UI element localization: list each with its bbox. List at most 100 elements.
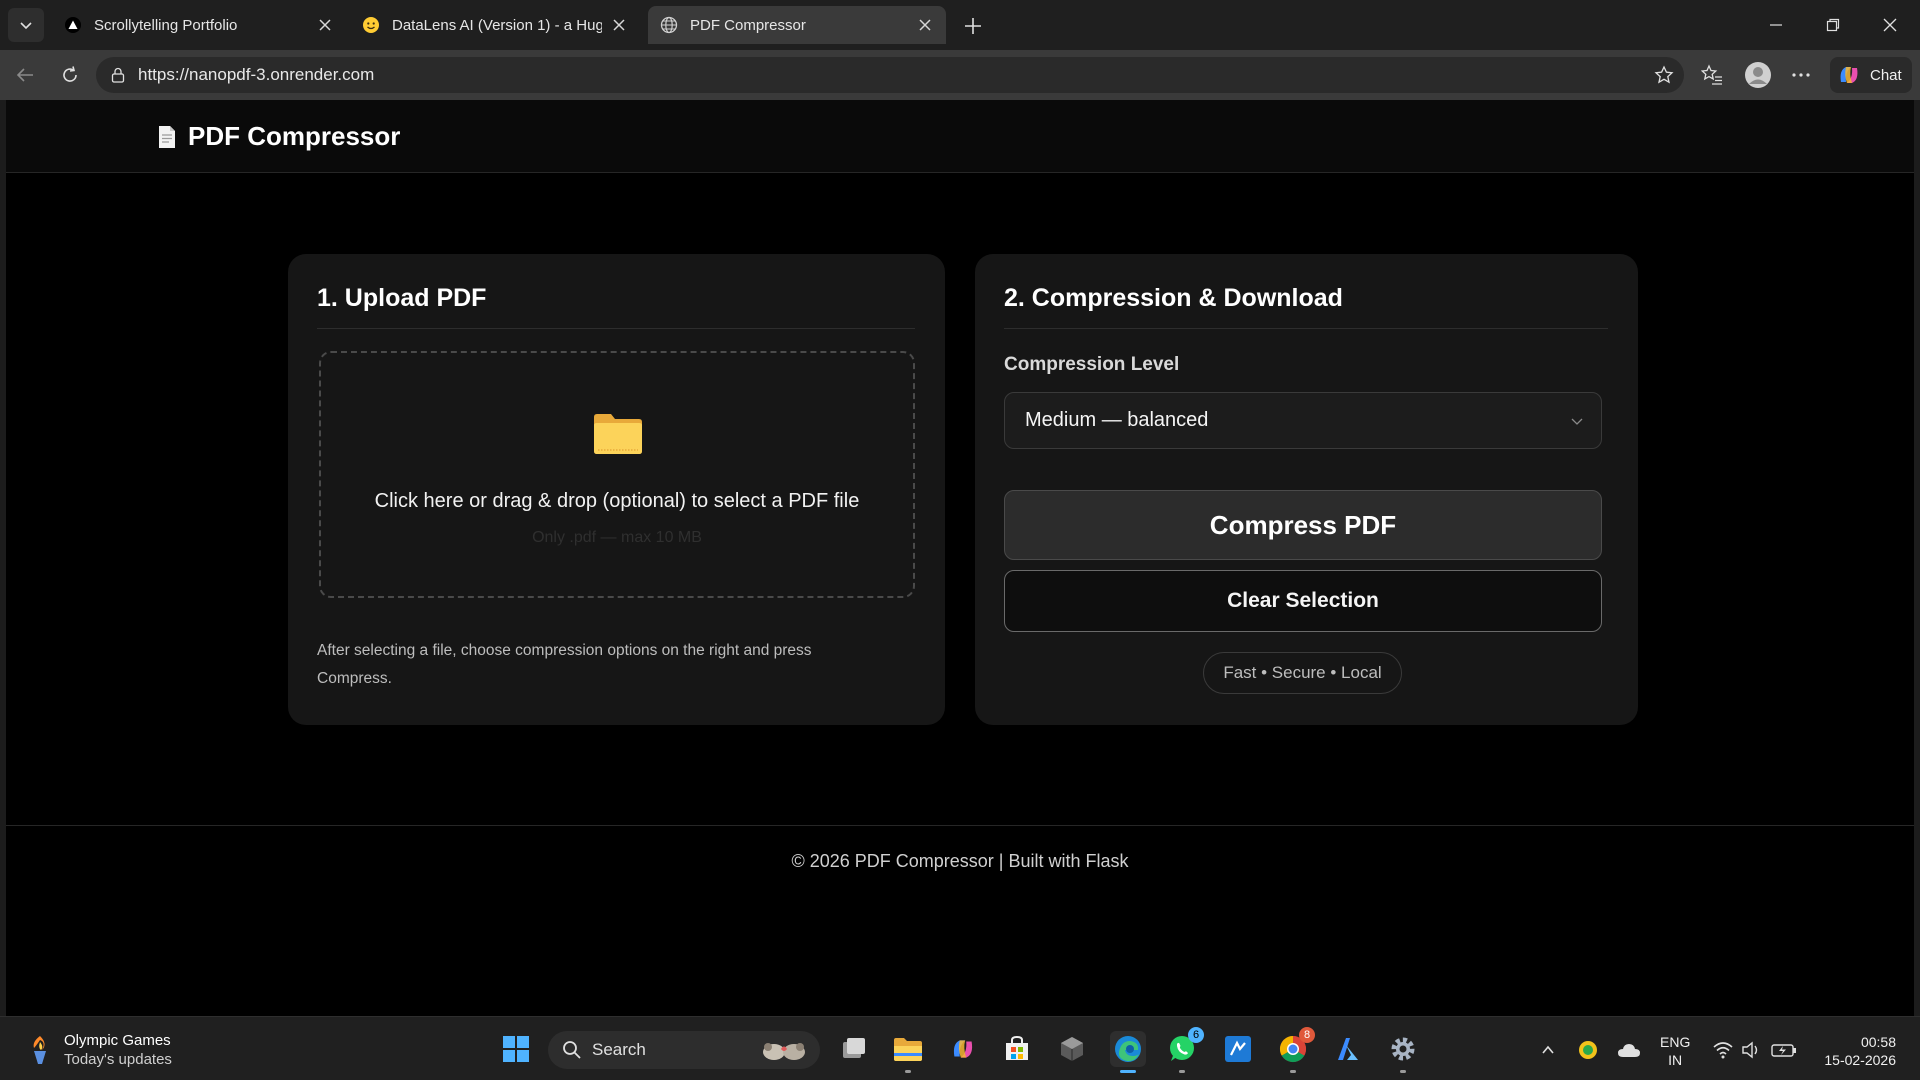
system-clock[interactable]: 00:58 15-02-2026 bbox=[1816, 1033, 1896, 1069]
plus-icon bbox=[965, 18, 981, 34]
olympic-torch-icon bbox=[33, 1036, 46, 1064]
upload-card: 1. Upload PDF Click here or drag & drop … bbox=[288, 254, 945, 725]
more-options-button[interactable] bbox=[1788, 62, 1814, 88]
azure-icon bbox=[1338, 1038, 1358, 1060]
edge-browser-button[interactable] bbox=[1110, 1031, 1146, 1073]
minimize-button[interactable] bbox=[1762, 12, 1790, 38]
copilot-chat-button[interactable]: Chat bbox=[1830, 57, 1912, 93]
cube-app-icon bbox=[1061, 1037, 1083, 1061]
settings-button[interactable] bbox=[1385, 1031, 1421, 1073]
copilot-icon bbox=[1840, 67, 1858, 83]
copilot-icon bbox=[953, 1040, 973, 1058]
compression-card: 2. Compression & Download Compression Le… bbox=[975, 254, 1638, 725]
reload-icon bbox=[63, 66, 77, 82]
close-icon bbox=[1883, 18, 1897, 32]
back-button[interactable] bbox=[12, 62, 38, 88]
windows-start-icon bbox=[503, 1036, 529, 1062]
pdf-dropzone[interactable]: Click here or drag & drop (optional) to … bbox=[319, 351, 915, 598]
close-window-button[interactable] bbox=[1876, 12, 1904, 38]
compress-pdf-button[interactable]: Compress PDF bbox=[1004, 490, 1602, 560]
whatsapp-button[interactable]: 6 bbox=[1164, 1027, 1204, 1073]
search-placeholder: Search bbox=[592, 1040, 646, 1059]
chat-label: Chat bbox=[1870, 66, 1902, 84]
more-dots-icon bbox=[1792, 73, 1810, 77]
start-button[interactable] bbox=[498, 1031, 534, 1067]
cloud-icon bbox=[1618, 1044, 1640, 1057]
browser-toolbar: https://nanopdf-3.onrender.com Chat bbox=[0, 50, 1920, 100]
divider bbox=[317, 328, 915, 329]
notification-badge: 8 bbox=[1299, 1027, 1315, 1043]
azure-data-studio-button[interactable] bbox=[1330, 1031, 1366, 1067]
volume-status[interactable] bbox=[1740, 1037, 1762, 1063]
show-hidden-icons-button[interactable] bbox=[1538, 1037, 1558, 1063]
close-icon[interactable] bbox=[610, 16, 628, 34]
wifi-status[interactable] bbox=[1712, 1037, 1734, 1063]
compression-level-select[interactable]: Medium — balanced bbox=[1004, 392, 1602, 449]
search-icon bbox=[563, 1041, 581, 1059]
language-code: ENG bbox=[1660, 1034, 1691, 1050]
store-button[interactable] bbox=[999, 1031, 1035, 1067]
chrome-button[interactable]: 8 bbox=[1275, 1027, 1315, 1073]
close-icon[interactable] bbox=[916, 16, 934, 34]
favorite-star-icon[interactable] bbox=[1654, 65, 1674, 85]
running-indicator bbox=[1179, 1070, 1185, 1073]
tray-app-status[interactable] bbox=[1576, 1037, 1600, 1063]
tab-actions-button[interactable] bbox=[8, 8, 44, 42]
folder-icon bbox=[594, 414, 642, 454]
code-editor-icon bbox=[1225, 1036, 1251, 1062]
close-icon[interactable] bbox=[316, 16, 334, 34]
hugging-face-icon bbox=[362, 16, 380, 34]
brand-title: PDF Compressor bbox=[188, 121, 401, 151]
active-indicator bbox=[1120, 1070, 1136, 1073]
site-info-icon[interactable] bbox=[108, 65, 128, 85]
chevron-down-icon bbox=[20, 22, 32, 30]
tagline-badge: Fast • Secure • Local bbox=[1203, 652, 1402, 694]
windows-taskbar: Olympic Games Today's updates Search 6 8… bbox=[0, 1016, 1920, 1080]
triangle-logo-icon bbox=[64, 16, 82, 34]
restore-button[interactable] bbox=[1819, 12, 1847, 38]
vscode-button[interactable] bbox=[1220, 1031, 1256, 1067]
page-viewport: PDF Compressor 1. Upload PDF Click here … bbox=[6, 100, 1914, 1016]
upload-help-text: After selecting a file, choose compressi… bbox=[317, 642, 812, 687]
profile-avatar[interactable] bbox=[1742, 59, 1774, 91]
document-icon bbox=[159, 125, 175, 148]
address-bar[interactable]: https://nanopdf-3.onrender.com bbox=[96, 57, 1684, 93]
compression-card-title: 2. Compression & Download bbox=[1004, 284, 1343, 312]
tab-title: DataLens AI (Version 1) - a Huggin bbox=[392, 16, 602, 34]
tab-pdf-compressor[interactable]: PDF Compressor bbox=[648, 6, 946, 44]
new-tab-button[interactable] bbox=[958, 11, 988, 41]
brand[interactable]: PDF Compressor bbox=[158, 121, 400, 152]
task-view-button[interactable] bbox=[836, 1031, 872, 1067]
favorites-button[interactable] bbox=[1699, 62, 1725, 88]
input-language-indicator[interactable]: ENG IN bbox=[1660, 1033, 1690, 1069]
status-shield-icon bbox=[1579, 1041, 1597, 1059]
browser-tab-bar: Scrollytelling Portfolio DataLens AI (Ve… bbox=[0, 0, 1920, 50]
arrow-left-icon bbox=[16, 68, 33, 82]
task-view-icon bbox=[843, 1038, 865, 1058]
copilot-app-button[interactable] bbox=[945, 1031, 981, 1067]
onedrive-button[interactable] bbox=[1616, 1037, 1642, 1063]
tab-title: PDF Compressor bbox=[690, 16, 806, 34]
running-indicator bbox=[1400, 1070, 1406, 1073]
edge-icon bbox=[1115, 1036, 1141, 1062]
clear-selection-button[interactable]: Clear Selection bbox=[1004, 570, 1602, 632]
reload-button[interactable] bbox=[57, 62, 83, 88]
divider bbox=[1004, 328, 1608, 329]
taskbar-search[interactable]: Search bbox=[548, 1031, 820, 1069]
tab-datalens[interactable]: DataLens AI (Version 1) - a Huggin bbox=[350, 6, 640, 44]
globe-icon bbox=[660, 16, 678, 34]
url-text[interactable]: https://nanopdf-3.onrender.com bbox=[138, 65, 374, 85]
search-highlight-birds-icon bbox=[763, 1043, 805, 1060]
file-explorer-button[interactable] bbox=[890, 1031, 926, 1073]
tab-scrollytelling[interactable]: Scrollytelling Portfolio bbox=[52, 6, 346, 44]
gear-icon bbox=[1391, 1037, 1415, 1061]
battery-status[interactable] bbox=[1770, 1037, 1798, 1063]
minimize-icon bbox=[1770, 24, 1782, 26]
battery-charging-icon bbox=[1771, 1044, 1796, 1057]
widgets-button[interactable]: Olympic Games Today's updates bbox=[26, 1031, 172, 1069]
chevron-up-icon bbox=[1542, 1045, 1554, 1054]
clock-time: 00:58 bbox=[1860, 1034, 1896, 1050]
dropzone-hint: Only .pdf — max 10 MB bbox=[532, 529, 702, 546]
unity-hub-button[interactable] bbox=[1054, 1031, 1090, 1067]
compression-level-label: Compression Level bbox=[1004, 354, 1180, 375]
